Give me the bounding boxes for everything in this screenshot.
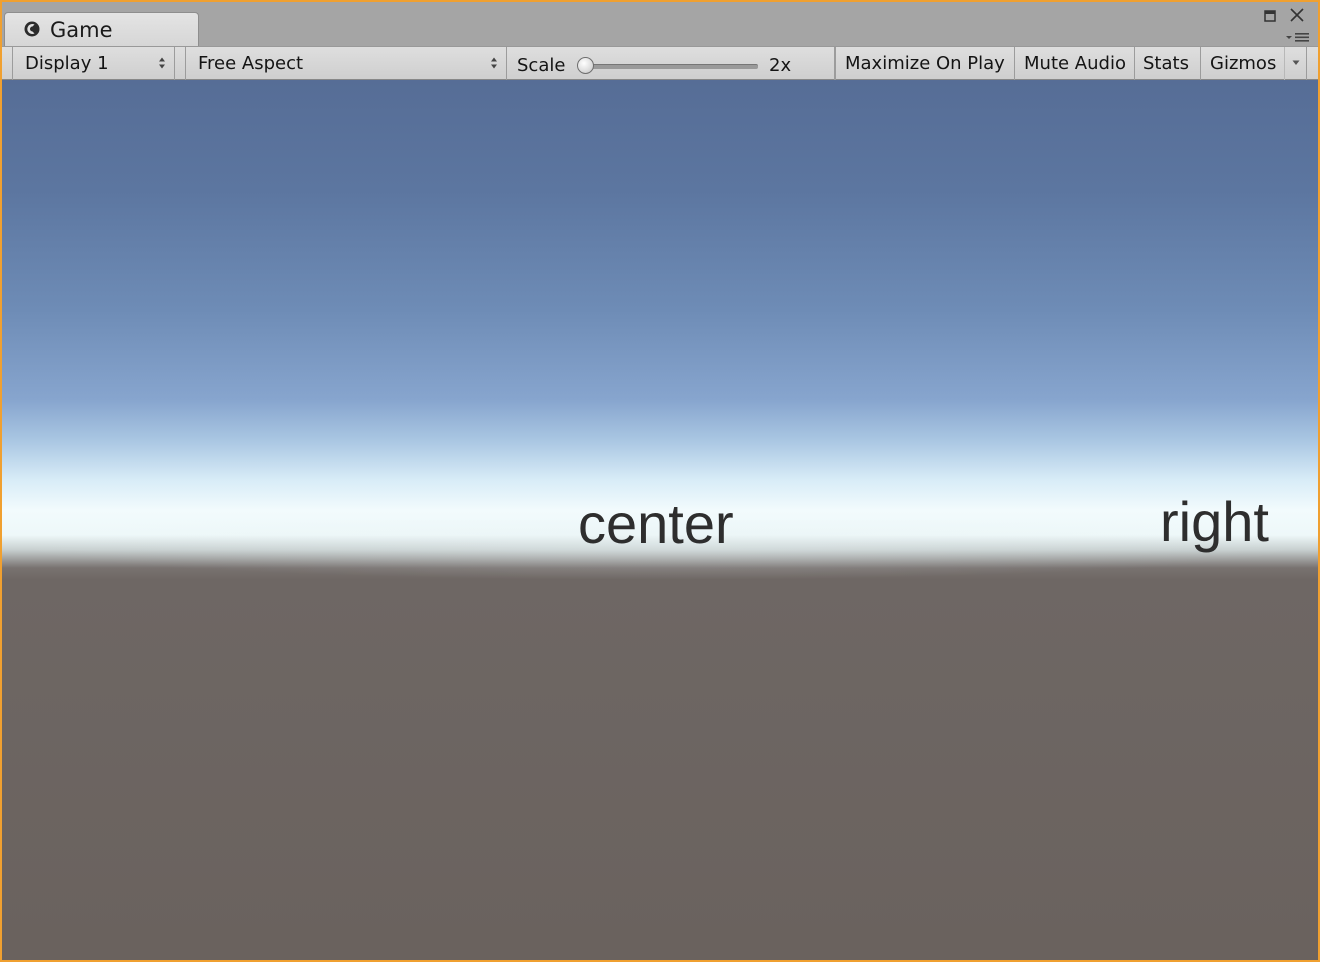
mute-audio-toggle[interactable]: Mute Audio bbox=[1015, 47, 1135, 80]
world-text-center: center bbox=[578, 492, 734, 555]
stats-label: Stats bbox=[1143, 53, 1189, 74]
aspect-dropdown[interactable]: Free Aspect bbox=[185, 47, 507, 80]
tab-game[interactable]: Game bbox=[4, 12, 199, 46]
mute-audio-label: Mute Audio bbox=[1024, 53, 1126, 74]
maximize-on-play-toggle[interactable]: Maximize On Play bbox=[835, 47, 1015, 80]
scale-slider-track[interactable] bbox=[583, 64, 758, 69]
chevron-down-icon bbox=[1292, 60, 1300, 65]
game-toolbar: Display 1 Free Aspect Scale 2x Maximize … bbox=[2, 46, 1318, 80]
aspect-dropdown-label: Free Aspect bbox=[198, 53, 304, 74]
updown-arrows-icon bbox=[159, 57, 165, 69]
scale-value: 2x bbox=[769, 55, 792, 76]
game-viewport[interactable]: center right bbox=[2, 80, 1318, 960]
gizmos-toggle[interactable]: Gizmos bbox=[1201, 47, 1285, 80]
display-dropdown-label: Display 1 bbox=[25, 53, 109, 74]
game-window: Game Display 1 Free Aspect Scale 2x Maxi… bbox=[0, 0, 1320, 962]
world-text-right: right bbox=[1160, 490, 1269, 553]
scale-control: Scale 2x bbox=[507, 47, 835, 80]
scale-label: Scale bbox=[517, 55, 566, 76]
stats-toggle[interactable]: Stats bbox=[1135, 47, 1201, 80]
maximize-on-play-label: Maximize On Play bbox=[845, 53, 1005, 74]
tab-menu-icon[interactable] bbox=[1284, 30, 1310, 44]
updown-arrows-icon bbox=[491, 57, 497, 69]
scale-slider-thumb[interactable] bbox=[577, 57, 594, 74]
tab-strip: Game bbox=[2, 2, 1318, 46]
gizmos-label: Gizmos bbox=[1210, 53, 1277, 74]
display-dropdown[interactable]: Display 1 bbox=[12, 47, 175, 80]
tab-game-label: Game bbox=[50, 18, 113, 42]
close-icon[interactable] bbox=[1288, 6, 1306, 24]
maximize-icon[interactable] bbox=[1264, 10, 1276, 22]
unity-game-icon bbox=[24, 21, 40, 37]
gizmos-dropdown[interactable] bbox=[1285, 47, 1307, 80]
